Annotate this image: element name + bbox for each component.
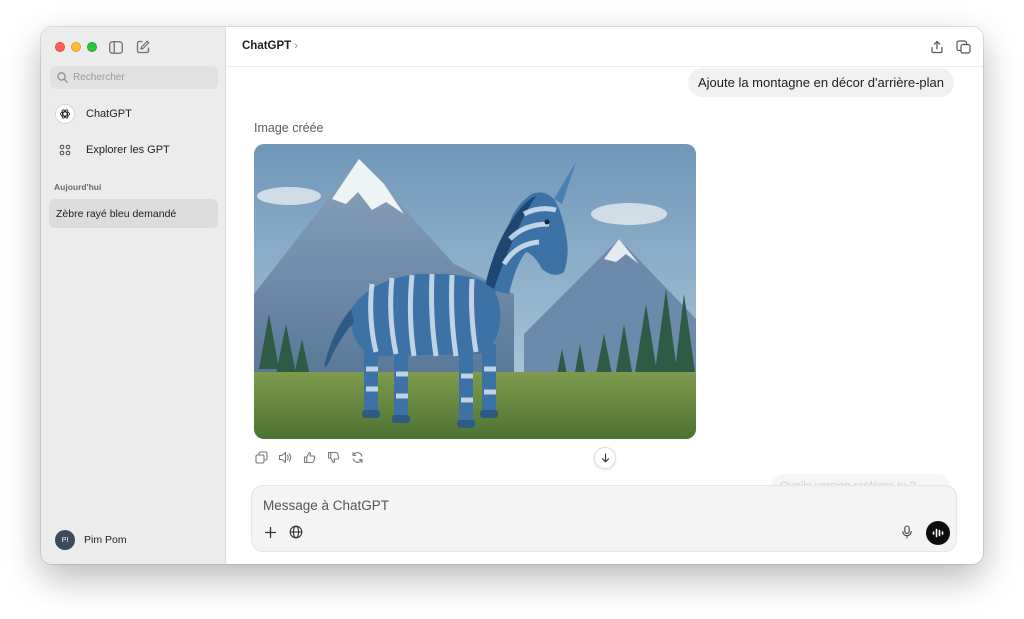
compose-icon[interactable]: [135, 39, 151, 55]
sidebar-item-explore-gpts[interactable]: Explorer les GPT: [55, 140, 170, 160]
share-icon[interactable]: [928, 38, 946, 56]
generated-image[interactable]: [254, 144, 696, 439]
message-actions: [254, 450, 364, 464]
sidebar-icon[interactable]: [108, 39, 124, 55]
speaker-icon[interactable]: [278, 450, 292, 464]
microphone-icon[interactable]: [899, 524, 915, 540]
message-composer: [251, 485, 957, 552]
window-controls: [55, 42, 97, 52]
image-created-label: Image créée: [254, 121, 324, 135]
openai-logo-icon: [55, 104, 75, 124]
zoom-window-button[interactable]: [87, 42, 97, 52]
thumbs-up-icon[interactable]: [302, 450, 316, 464]
search-icon: [57, 72, 68, 83]
sidebar-item-label: Explorer les GPT: [86, 144, 170, 156]
arrow-down-icon: [601, 453, 609, 463]
copy-icon[interactable]: [254, 450, 268, 464]
scroll-to-bottom-button[interactable]: [594, 447, 616, 469]
user-profile[interactable]: PI Pim Pom: [55, 530, 127, 550]
thumbs-down-icon[interactable]: [326, 450, 340, 464]
voice-mode-icon: [932, 528, 944, 538]
app-window: ChatGPT Explorer les GPT Aujourd'hui Zèb…: [41, 27, 983, 564]
sidebar: ChatGPT Explorer les GPT Aujourd'hui Zèb…: [41, 27, 226, 564]
search-input[interactable]: [73, 72, 203, 83]
avatar: PI: [55, 530, 75, 550]
user-name: Pim Pom: [84, 534, 127, 546]
conversation-item[interactable]: Zèbre rayé bleu demandé: [49, 199, 218, 228]
sidebar-item-label: ChatGPT: [86, 108, 132, 120]
close-window-button[interactable]: [55, 42, 65, 52]
top-bar: ChatGPT ›: [226, 27, 983, 67]
regenerate-icon[interactable]: [350, 450, 364, 464]
chevron-right-icon: ›: [294, 40, 298, 52]
plus-icon[interactable]: [262, 524, 278, 540]
main-panel: ChatGPT › Ajoute la montagne en décor d'…: [226, 27, 983, 564]
new-window-icon[interactable]: [954, 38, 972, 56]
search-box[interactable]: [50, 66, 218, 89]
message-input[interactable]: [263, 495, 863, 515]
sidebar-item-chatgpt[interactable]: ChatGPT: [55, 104, 132, 124]
grid-icon: [55, 140, 75, 160]
model-selector[interactable]: ChatGPT ›: [242, 40, 298, 52]
minimize-window-button[interactable]: [71, 42, 81, 52]
user-message: Ajoute la montagne en décor d'arrière-pl…: [687, 68, 954, 97]
section-label-today: Aujourd'hui: [54, 182, 102, 192]
globe-icon[interactable]: [288, 524, 304, 540]
voice-mode-button[interactable]: [926, 521, 950, 545]
page-title: ChatGPT: [242, 40, 292, 52]
